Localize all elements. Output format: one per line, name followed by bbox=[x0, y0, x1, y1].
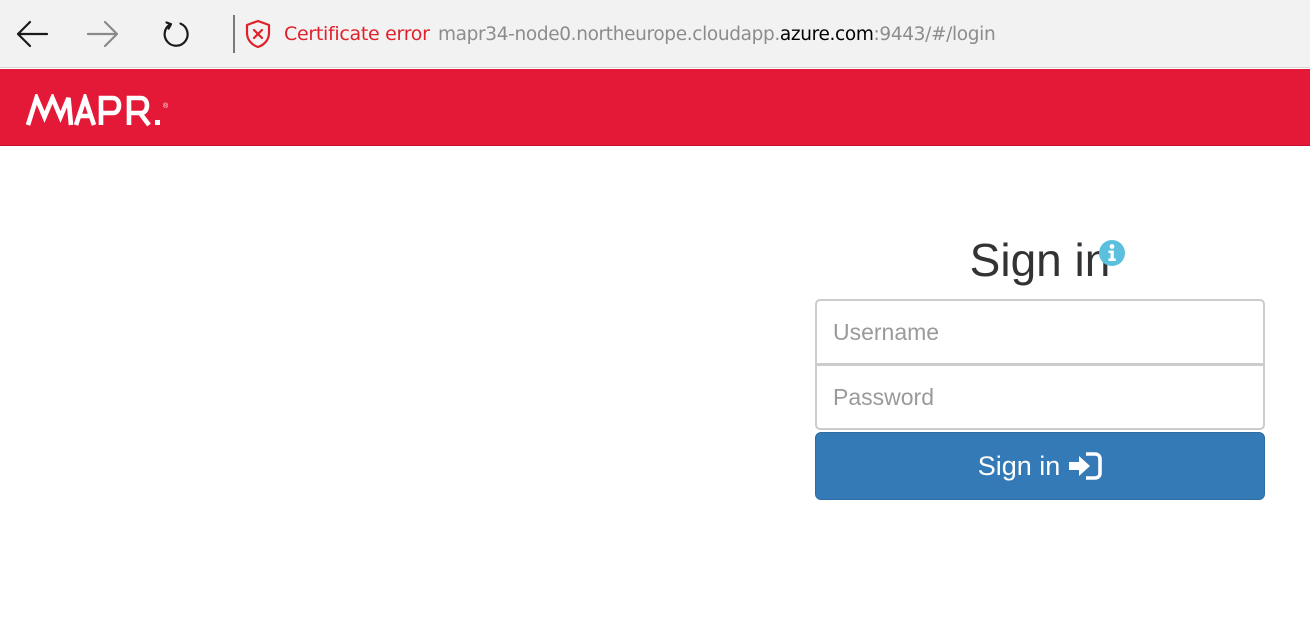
url-domain: azure.com bbox=[779, 24, 874, 45]
arrow-left-icon bbox=[16, 20, 49, 48]
certificate-error-label: Certificate error bbox=[284, 23, 430, 45]
certificate-error-button[interactable]: Certificate error bbox=[244, 18, 430, 50]
browser-toolbar: Certificate error mapr34-node0.northeuro… bbox=[0, 0, 1310, 68]
address-bar[interactable]: mapr34-node0.northeurope.cloudapp.azure.… bbox=[438, 22, 996, 48]
password-input[interactable] bbox=[815, 364, 1265, 430]
signin-heading: Sign in bbox=[815, 228, 1265, 292]
signin-panel: Sign in Sign in bbox=[815, 228, 1265, 500]
back-button[interactable] bbox=[12, 14, 52, 54]
arrow-right-icon bbox=[86, 20, 119, 48]
info-circle-icon[interactable] bbox=[1098, 239, 1126, 267]
signin-title: Sign in bbox=[969, 234, 1111, 286]
refresh-icon bbox=[163, 21, 189, 47]
mapr-logo[interactable]: ® bbox=[25, 94, 175, 128]
app-header: ® bbox=[0, 69, 1310, 146]
url-suffix: :9443/#/login bbox=[873, 24, 996, 45]
signin-button[interactable]: Sign in bbox=[815, 432, 1265, 500]
signin-button-label: Sign in bbox=[977, 450, 1061, 481]
url-prefix: mapr34-node0.northeurope.cloudapp. bbox=[438, 24, 780, 45]
forward-button[interactable] bbox=[83, 14, 123, 54]
trademark-mark: ® bbox=[163, 102, 169, 110]
shield-x-icon bbox=[245, 19, 271, 49]
address-divider bbox=[233, 15, 235, 53]
username-input[interactable] bbox=[815, 299, 1265, 365]
sign-in-icon bbox=[1069, 452, 1103, 480]
reload-button[interactable] bbox=[156, 14, 196, 54]
